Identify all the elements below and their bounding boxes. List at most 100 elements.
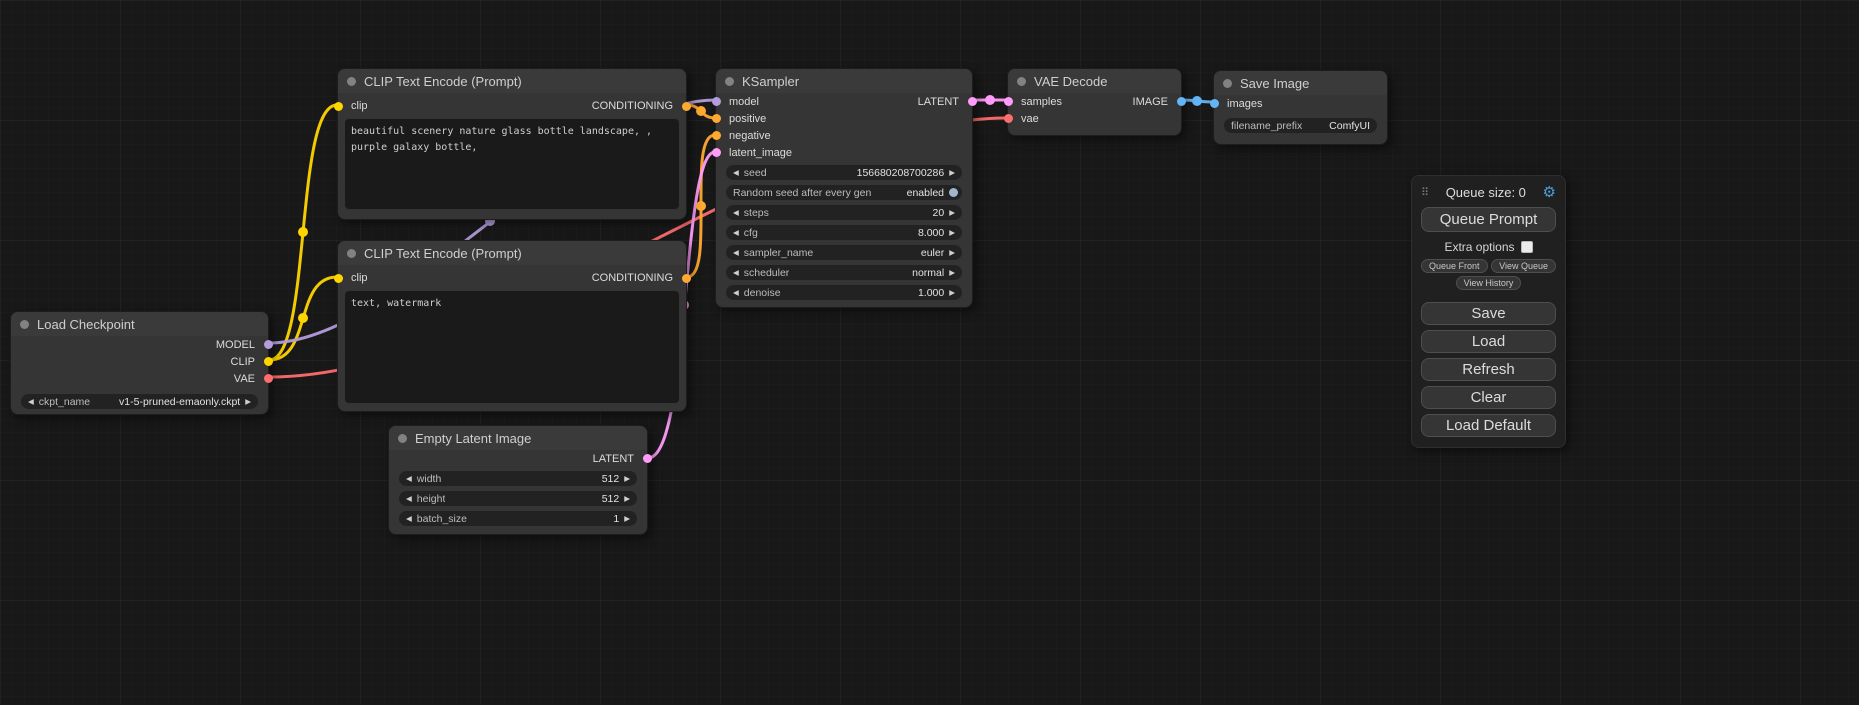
increment-arrow-icon[interactable]: ▶ <box>949 209 955 217</box>
load-button[interactable]: Load <box>1421 330 1556 353</box>
increment-arrow-icon[interactable]: ▶ <box>949 229 955 237</box>
collapse-dot[interactable] <box>1017 77 1026 86</box>
widget-scheduler[interactable]: ◀ scheduler normal ▶ <box>726 265 962 280</box>
node-title-bar[interactable]: Empty Latent Image <box>389 426 647 450</box>
widget-value: ComfyUI <box>1329 120 1370 132</box>
settings-gear-icon[interactable]: ⚙ <box>1543 185 1556 200</box>
widget-ckpt-name[interactable]: ◀ ckpt_name v1-5-pruned-emaonly.ckpt ▶ <box>21 394 258 409</box>
collapse-dot[interactable] <box>347 249 356 258</box>
widget-width[interactable]: ◀ width 512 ▶ <box>399 471 637 486</box>
prompt-text-area[interactable]: beautiful scenery nature glass bottle la… <box>345 119 679 209</box>
input-slot-latent-image[interactable] <box>712 148 721 157</box>
widget-denoise[interactable]: ◀ denoise 1.000 ▶ <box>726 285 962 300</box>
decrement-arrow-icon[interactable]: ◀ <box>733 269 739 277</box>
decrement-arrow-icon[interactable]: ◀ <box>733 169 739 177</box>
input-label-images: images <box>1227 98 1262 110</box>
widget-filename-prefix[interactable]: filename_prefix ComfyUI <box>1224 118 1377 133</box>
slot-row: VAE <box>11 370 268 387</box>
node-vae-decode[interactable]: VAE Decode samples IMAGE vae <box>1007 68 1182 136</box>
widget-steps[interactable]: ◀ steps 20 ▶ <box>726 205 962 220</box>
widget-value: 1.000 <box>918 287 944 299</box>
node-title-bar[interactable]: Save Image <box>1214 71 1387 95</box>
input-slot-positive[interactable] <box>712 114 721 123</box>
refresh-button[interactable]: Refresh <box>1421 358 1556 381</box>
node-title-bar[interactable]: VAE Decode <box>1008 69 1181 93</box>
slot-row: LATENT <box>389 450 647 467</box>
widget-cfg[interactable]: ◀ cfg 8.000 ▶ <box>726 225 962 240</box>
decrement-arrow-icon[interactable]: ◀ <box>406 515 412 523</box>
drag-handle-icon[interactable]: ⠿ <box>1421 186 1429 199</box>
increment-arrow-icon[interactable]: ▶ <box>949 249 955 257</box>
decrement-arrow-icon[interactable]: ◀ <box>406 495 412 503</box>
input-label-vae: vae <box>1021 113 1039 125</box>
decrement-arrow-icon[interactable]: ◀ <box>733 209 739 217</box>
output-slot-model[interactable] <box>264 340 273 349</box>
increment-arrow-icon[interactable]: ▶ <box>245 398 251 406</box>
decrement-arrow-icon[interactable]: ◀ <box>28 398 34 406</box>
node-clip-text-encode-negative[interactable]: CLIP Text Encode (Prompt) clip CONDITION… <box>337 240 687 412</box>
collapse-dot[interactable] <box>725 77 734 86</box>
queue-front-button[interactable]: Queue Front <box>1421 259 1488 273</box>
output-slot-conditioning[interactable] <box>682 102 691 111</box>
save-button[interactable]: Save <box>1421 302 1556 325</box>
widget-value: enabled <box>907 187 944 199</box>
input-slot-negative[interactable] <box>712 131 721 140</box>
toggle-dot[interactable] <box>949 188 958 197</box>
slot-row: samples IMAGE <box>1008 93 1181 110</box>
increment-arrow-icon[interactable]: ▶ <box>624 495 630 503</box>
increment-arrow-icon[interactable]: ▶ <box>624 515 630 523</box>
node-title-bar[interactable]: CLIP Text Encode (Prompt) <box>338 241 686 265</box>
decrement-arrow-icon[interactable]: ◀ <box>733 229 739 237</box>
node-title-bar[interactable]: CLIP Text Encode (Prompt) <box>338 69 686 93</box>
increment-arrow-icon[interactable]: ▶ <box>624 475 630 483</box>
node-empty-latent-image[interactable]: Empty Latent Image LATENT ◀ width 512 ▶ … <box>388 425 648 535</box>
widget-random-seed-toggle[interactable]: Random seed after every gen enabled <box>726 185 962 200</box>
output-slot-latent[interactable] <box>643 454 652 463</box>
input-slot-model[interactable] <box>712 97 721 106</box>
node-title-label: Load Checkpoint <box>37 317 135 332</box>
view-queue-button[interactable]: View Queue <box>1491 259 1556 273</box>
input-slot-clip[interactable] <box>334 274 343 283</box>
node-title-label: Save Image <box>1240 76 1309 91</box>
node-ksampler[interactable]: KSampler model LATENT positive negative … <box>715 68 973 308</box>
increment-arrow-icon[interactable]: ▶ <box>949 269 955 277</box>
widget-height[interactable]: ◀ height 512 ▶ <box>399 491 637 506</box>
input-slot-vae[interactable] <box>1004 114 1013 123</box>
widget-label: cfg <box>744 227 758 239</box>
decrement-arrow-icon[interactable]: ◀ <box>406 475 412 483</box>
widget-seed[interactable]: ◀ seed 156680208700286 ▶ <box>726 165 962 180</box>
clear-button[interactable]: Clear <box>1421 386 1556 409</box>
comfyui-canvas[interactable]: { "colors": { "model": "#B39DDB", "clip"… <box>0 0 1859 705</box>
queue-prompt-button[interactable]: Queue Prompt <box>1421 207 1556 232</box>
extra-options-checkbox[interactable] <box>1521 241 1533 253</box>
input-slot-clip[interactable] <box>334 102 343 111</box>
node-title-bar[interactable]: Load Checkpoint <box>11 312 268 336</box>
input-slot-images[interactable] <box>1210 99 1219 108</box>
input-slot-samples[interactable] <box>1004 97 1013 106</box>
node-load-checkpoint[interactable]: Load Checkpoint MODEL CLIP VAE ◀ ckpt_na… <box>10 311 269 415</box>
output-slot-vae[interactable] <box>264 374 273 383</box>
output-slot-latent[interactable] <box>968 97 977 106</box>
node-title-bar[interactable]: KSampler <box>716 69 972 93</box>
collapse-dot[interactable] <box>398 434 407 443</box>
decrement-arrow-icon[interactable]: ◀ <box>733 289 739 297</box>
decrement-arrow-icon[interactable]: ◀ <box>733 249 739 257</box>
widget-batch-size[interactable]: ◀ batch_size 1 ▶ <box>399 511 637 526</box>
view-history-button[interactable]: View History <box>1456 276 1522 290</box>
output-slot-clip[interactable] <box>264 357 273 366</box>
collapse-dot[interactable] <box>20 320 29 329</box>
output-slot-image[interactable] <box>1177 97 1186 106</box>
increment-arrow-icon[interactable]: ▶ <box>949 289 955 297</box>
output-slot-conditioning[interactable] <box>682 274 691 283</box>
node-save-image[interactable]: Save Image images filename_prefix ComfyU… <box>1213 70 1388 145</box>
increment-arrow-icon[interactable]: ▶ <box>949 169 955 177</box>
node-title-label: CLIP Text Encode (Prompt) <box>364 74 522 89</box>
prompt-text-area[interactable]: text, watermark <box>345 291 679 403</box>
load-default-button[interactable]: Load Default <box>1421 414 1556 437</box>
widget-sampler-name[interactable]: ◀ sampler_name euler ▶ <box>726 245 962 260</box>
collapse-dot[interactable] <box>1223 79 1232 88</box>
collapse-dot[interactable] <box>347 77 356 86</box>
node-clip-text-encode-positive[interactable]: CLIP Text Encode (Prompt) clip CONDITION… <box>337 68 687 220</box>
output-label-image: IMAGE <box>1133 96 1168 108</box>
output-label-latent: LATENT <box>593 453 634 465</box>
